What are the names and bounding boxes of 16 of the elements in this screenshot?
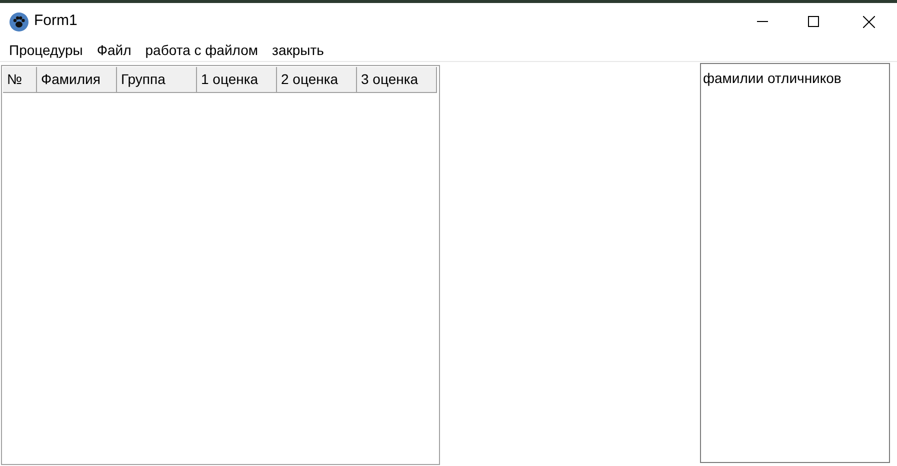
column-header[interactable]: Группа [117, 67, 197, 93]
column-header[interactable]: № [3, 67, 37, 93]
column-header[interactable]: 2 оценка [277, 67, 357, 93]
column-header[interactable]: 3 оценка [357, 67, 437, 93]
text-area[interactable]: фамилии отличников [700, 63, 890, 463]
paw-icon [9, 12, 29, 32]
menu-item[interactable]: Процедуры [2, 40, 90, 61]
column-header[interactable]: 1 оценка [197, 67, 277, 93]
menu-item[interactable]: закрыть [265, 40, 331, 61]
menu-item[interactable]: работа с файлом [138, 40, 266, 61]
column-header[interactable]: Фамилия [37, 67, 117, 93]
maximize-icon [808, 16, 818, 27]
window-title: Form1 [34, 11, 78, 32]
close-icon [863, 16, 875, 28]
minimize-icon [756, 21, 768, 22]
menu-item[interactable]: Файл [90, 40, 138, 61]
